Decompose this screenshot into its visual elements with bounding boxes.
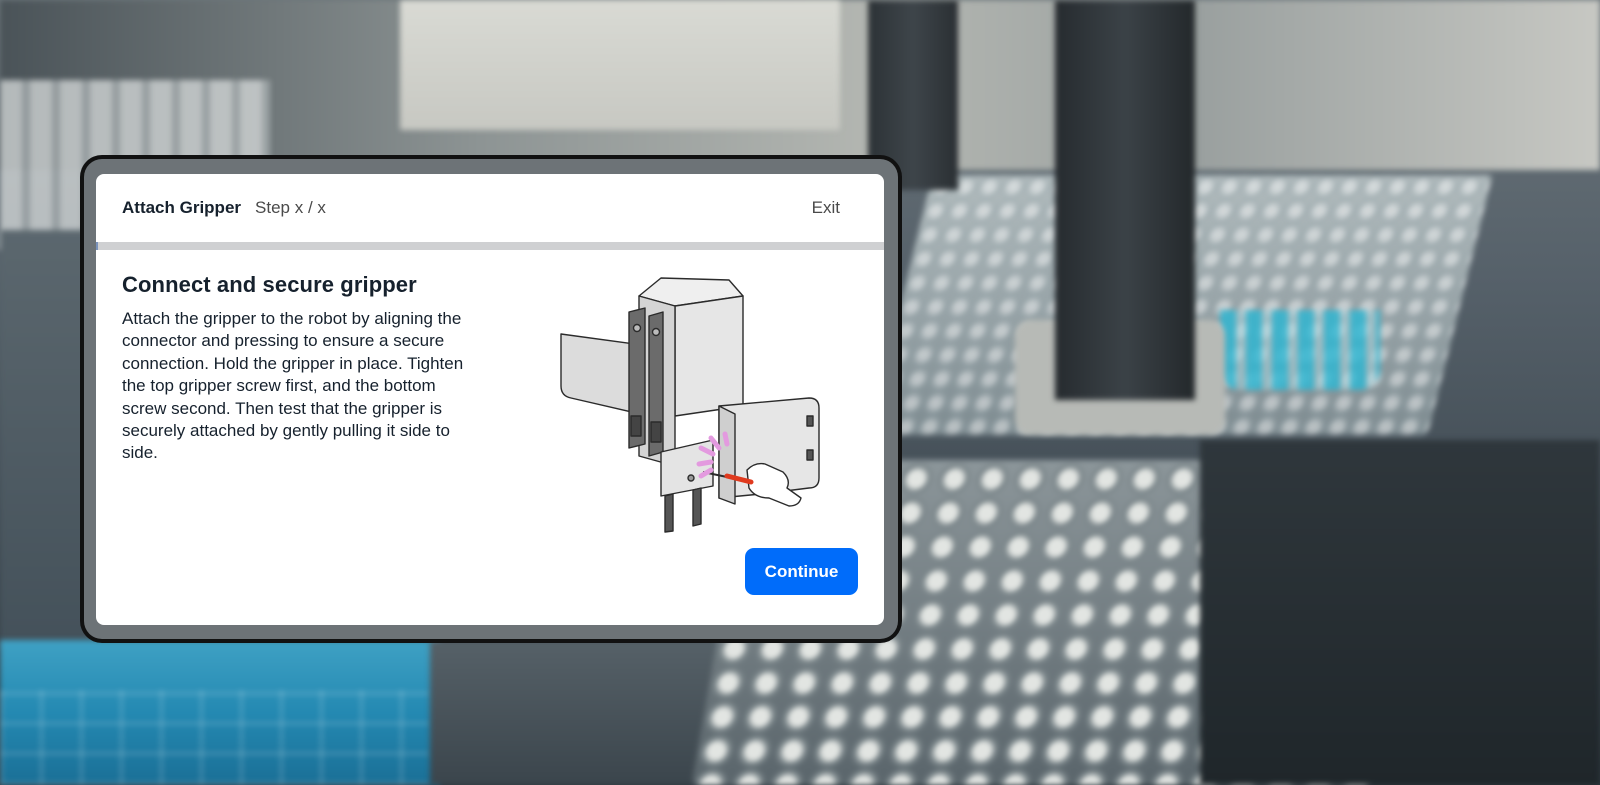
bg-blue-tip-grid bbox=[0, 690, 430, 785]
progress-bar-fill bbox=[96, 242, 98, 250]
modal-header: Attach Gripper Step x / x bbox=[96, 174, 884, 242]
step-instructions: Attach the gripper to the robot by align… bbox=[122, 309, 464, 463]
progress-bar bbox=[96, 242, 884, 250]
bg-blue-tubes bbox=[1220, 310, 1380, 390]
gripper-attach-illustration-icon bbox=[560, 277, 820, 533]
bg-gantry-post-right bbox=[1055, 0, 1195, 400]
bg-right-shadow bbox=[1200, 440, 1600, 785]
tablet-frame: Attach Gripper Step x / x Exit Connect a… bbox=[80, 155, 902, 643]
exit-button[interactable]: Exit bbox=[812, 198, 840, 218]
step-indicator: Step x / x bbox=[255, 198, 326, 217]
tablet-bezel: Attach Gripper Step x / x Exit Connect a… bbox=[84, 159, 898, 639]
modal-title: Attach Gripper bbox=[122, 198, 242, 217]
continue-button[interactable]: Continue bbox=[745, 548, 858, 595]
step-heading: Connect and secure gripper bbox=[122, 272, 417, 297]
bg-box bbox=[400, 0, 840, 130]
modal-screen: Attach Gripper Step x / x Exit Connect a… bbox=[96, 174, 884, 625]
